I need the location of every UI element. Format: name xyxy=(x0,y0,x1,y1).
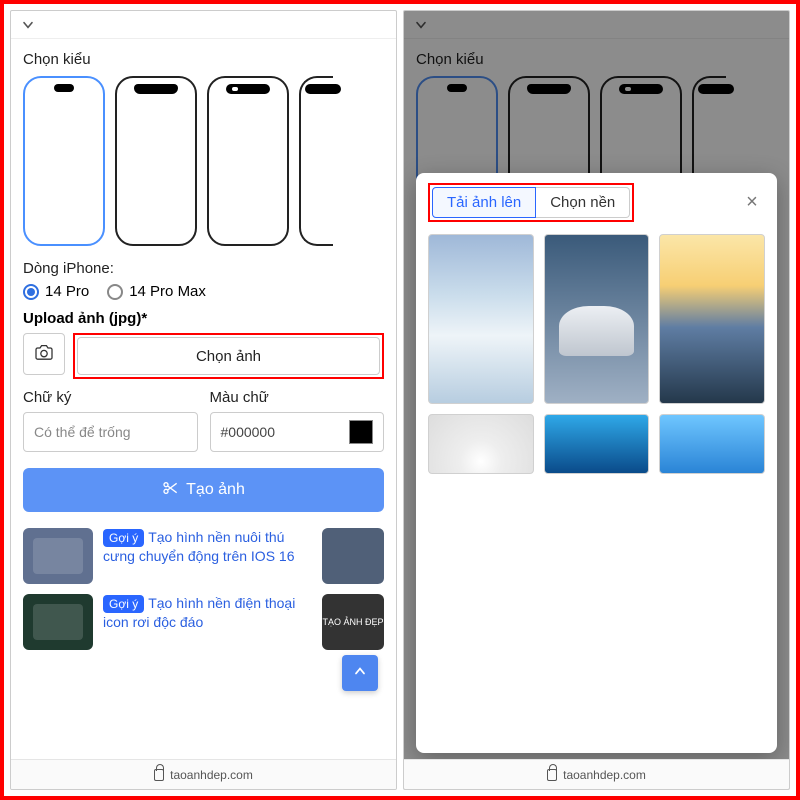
upload-row: Chọn ảnh xyxy=(23,333,384,379)
suggestion-right-thumb-icon xyxy=(322,528,384,584)
style-option-3[interactable] xyxy=(207,76,289,246)
right-bottombar: taoanhdep.com xyxy=(404,759,789,789)
footer-domain: taoanhdep.com xyxy=(170,768,253,782)
create-image-button[interactable]: Tạo ảnh xyxy=(23,468,384,512)
style-option-2[interactable] xyxy=(115,76,197,246)
suggestion-item-2[interactable]: Gợi ýTạo hình nền điện thoại icon rơi độ… xyxy=(23,594,384,650)
color-value: #000000 xyxy=(221,424,342,440)
radio-icon xyxy=(23,284,39,300)
right-pane: Chọn kiểu Gợi ýTạo hình nền nuôi thú cưn… xyxy=(403,10,790,790)
image-picker-modal: Tải ảnh lên Chọn nền × xyxy=(416,173,777,753)
color-input[interactable]: #000000 xyxy=(210,412,385,452)
wallpaper-option-6[interactable] xyxy=(659,414,765,474)
radio-14pro-label: 14 Pro xyxy=(45,283,89,300)
upload-label: Upload ảnh (jpg)* xyxy=(23,310,384,327)
camera-button[interactable] xyxy=(23,333,65,375)
wallpaper-grid xyxy=(428,234,765,474)
iphone-radio-group: 14 Pro 14 Pro Max xyxy=(23,283,384,300)
style-picker xyxy=(23,76,384,246)
wallpaper-option-2[interactable] xyxy=(544,234,650,404)
signature-label: Chữ ký xyxy=(23,389,198,406)
choose-style-label: Chọn kiểu xyxy=(23,51,384,68)
lock-icon xyxy=(547,769,557,781)
color-swatch-icon xyxy=(349,420,373,444)
radio-14promax-label: 14 Pro Max xyxy=(129,283,206,300)
signature-placeholder: Có thể để trống xyxy=(34,424,131,440)
signature-color-row: Chữ ký Có thể để trống Màu chữ #000000 xyxy=(23,389,384,452)
color-label: Màu chữ xyxy=(210,389,385,406)
chevron-down-icon[interactable] xyxy=(19,16,37,34)
modal-tabs-highlight: Tải ảnh lên Chọn nền xyxy=(428,183,634,222)
choose-image-highlight: Chọn ảnh xyxy=(73,333,384,379)
left-bottombar: taoanhdep.com xyxy=(11,759,396,789)
suggestion-right-thumb-icon: TẠO ẢNH ĐẸP xyxy=(322,594,384,650)
tab-upload-label: Tải ảnh lên xyxy=(447,194,521,211)
wallpaper-option-5[interactable] xyxy=(544,414,650,474)
signature-input[interactable]: Có thể để trống xyxy=(23,412,198,452)
camera-icon xyxy=(34,344,54,365)
iphone-line-label: Dòng iPhone: xyxy=(23,260,384,277)
suggestion-thumb-icon xyxy=(23,528,93,584)
tab-choose-bg[interactable]: Chọn nền xyxy=(536,187,630,218)
scroll-top-button[interactable] xyxy=(342,655,378,691)
chevron-up-icon xyxy=(352,663,368,684)
create-image-label: Tạo ảnh xyxy=(186,481,245,499)
wallpaper-option-1[interactable] xyxy=(428,234,534,404)
radio-icon xyxy=(107,284,123,300)
style-option-1[interactable] xyxy=(23,76,105,246)
tab-upload-image[interactable]: Tải ảnh lên xyxy=(432,187,536,218)
suggestion-list: Gợi ýTạo hình nền nuôi thú cưng chuyển đ… xyxy=(23,528,384,650)
suggestion-text-2: Gợi ýTạo hình nền điện thoại icon rơi độ… xyxy=(103,594,312,632)
modal-close-button[interactable]: × xyxy=(739,190,765,216)
comparison-container: Chọn kiểu Dòng iPhone: 14 Pro 14 Pro Max… xyxy=(0,0,800,800)
left-pane: Chọn kiểu Dòng iPhone: 14 Pro 14 Pro Max… xyxy=(10,10,397,790)
footer-domain-r: taoanhdep.com xyxy=(563,768,646,782)
left-body: Chọn kiểu Dòng iPhone: 14 Pro 14 Pro Max… xyxy=(11,39,396,759)
close-icon: × xyxy=(746,191,758,214)
radio-14promax[interactable]: 14 Pro Max xyxy=(107,283,206,300)
tab-choose-bg-label: Chọn nền xyxy=(550,194,615,211)
scissors-icon xyxy=(162,480,178,501)
suggestion-text-1: Gợi ýTạo hình nền nuôi thú cưng chuyển đ… xyxy=(103,528,312,566)
suggestion-pill: Gợi ý xyxy=(103,595,144,613)
suggestion-thumb-icon xyxy=(23,594,93,650)
suggestion-pill: Gợi ý xyxy=(103,529,144,547)
style-option-4[interactable] xyxy=(299,76,333,246)
wallpaper-option-3[interactable] xyxy=(659,234,765,404)
modal-header: Tải ảnh lên Chọn nền × xyxy=(428,183,765,222)
lock-icon xyxy=(154,769,164,781)
left-topbar xyxy=(11,11,396,39)
wallpaper-option-4[interactable] xyxy=(428,414,534,474)
choose-image-button[interactable]: Chọn ảnh xyxy=(77,337,380,375)
choose-image-label: Chọn ảnh xyxy=(196,348,261,365)
radio-14pro[interactable]: 14 Pro xyxy=(23,283,89,300)
suggestion-item-1[interactable]: Gợi ýTạo hình nền nuôi thú cưng chuyển đ… xyxy=(23,528,384,584)
